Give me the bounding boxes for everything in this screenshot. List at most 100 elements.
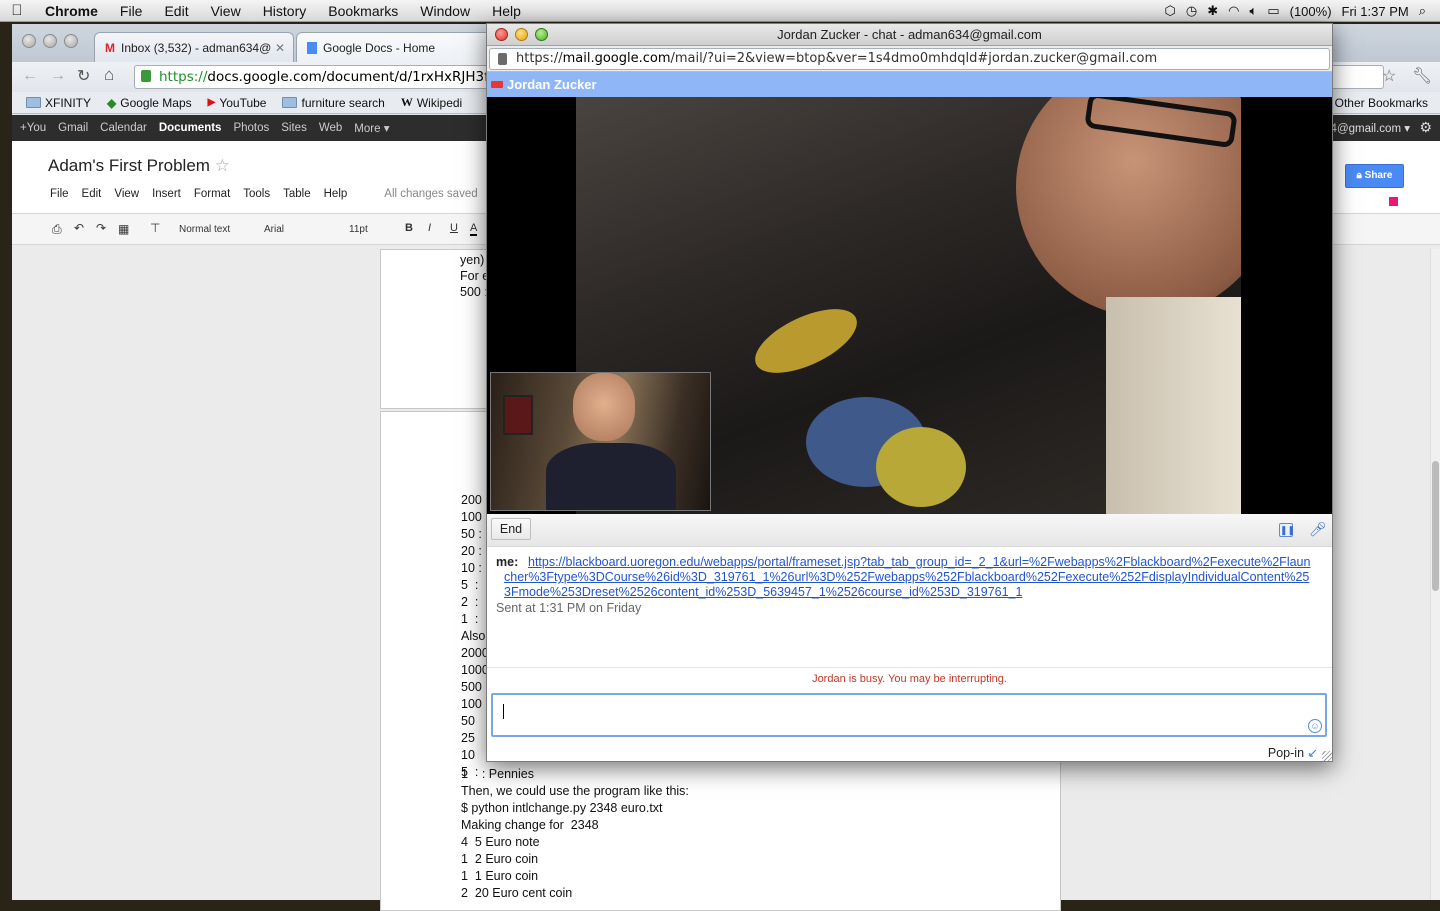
collaborator-color-marker <box>1389 197 1398 206</box>
call-controls: End ❚❚ 🎤︎ <box>487 514 1332 547</box>
volume-icon[interactable]: 🔈︎ <box>1250 3 1258 19</box>
doc-line: 25 <box>461 731 475 745</box>
gbar-more[interactable]: More ▾ <box>354 121 389 135</box>
doc-menu-help[interactable]: Help <box>324 188 348 200</box>
self-video-preview <box>490 372 711 511</box>
doc-menu-view[interactable]: View <box>114 188 139 200</box>
underline-icon[interactable]: U <box>450 222 458 234</box>
url-text: docs.google.com/document/d/1rxHxRJH3f <box>207 69 489 85</box>
bookmark-star-icon[interactable]: ☆ <box>1382 66 1396 86</box>
gbar-gmail[interactable]: Gmail <box>58 122 88 134</box>
doc-line: 1 : <box>461 612 479 626</box>
menu-file[interactable]: File <box>109 3 154 19</box>
bluetooth-icon[interactable]: ✱ <box>1207 3 1218 19</box>
battery-icon[interactable]: ▭ <box>1267 3 1279 19</box>
text-color-icon[interactable]: A <box>470 222 478 236</box>
tab-gmail-inbox[interactable]: M Inbox (3,532) - adman634@ ✕ <box>94 32 294 62</box>
chat-header: Jordan Zucker <box>487 72 1332 97</box>
bookmark-xfinity[interactable]: XFINITY <box>18 96 99 110</box>
forward-icon[interactable]: → <box>50 67 66 85</box>
lock-icon <box>141 70 151 82</box>
settings-gear-icon[interactable]: ⚙ <box>1419 119 1432 136</box>
zoom-window-button[interactable] <box>535 28 548 41</box>
menu-help[interactable]: Help <box>481 3 532 19</box>
pop-in-link[interactable]: Pop-in ↙ <box>1268 745 1318 760</box>
doc-line: 100 <box>461 697 482 711</box>
tab-google-docs[interactable]: Google Docs - Home <box>296 32 496 62</box>
shirt-graphic <box>876 427 966 507</box>
home-icon[interactable]: ⌂ <box>104 65 114 85</box>
google-docs-icon <box>307 41 317 54</box>
clock[interactable]: Fri 1:37 PM <box>1342 4 1409 19</box>
time-machine-icon[interactable]: ◷ <box>1186 3 1197 19</box>
app-menu-chrome[interactable]: Chrome <box>34 3 109 19</box>
back-icon[interactable]: ← <box>22 67 38 85</box>
star-icon[interactable]: ☆ <box>215 156 230 175</box>
style-select[interactable]: Normal text <box>179 224 230 235</box>
doc-scrollbar-thumb[interactable] <box>1432 461 1439 591</box>
doc-menu-table[interactable]: Table <box>283 188 311 200</box>
print-icon[interactable]: ⎙ <box>52 222 62 237</box>
account-email[interactable]: 34@gmail.com ▾ <box>1324 121 1410 135</box>
close-window-button[interactable] <box>495 28 508 41</box>
gbar-you[interactable]: +You <box>20 122 46 134</box>
tab-label: Inbox (3,532) - adman634@ <box>121 40 272 55</box>
window-resize-handle[interactable] <box>1322 751 1332 761</box>
spotlight-search-icon[interactable]: ⌕ <box>1419 3 1426 19</box>
menu-history[interactable]: History <box>252 3 318 19</box>
end-call-button[interactable]: End <box>491 518 531 540</box>
bookmark-furniture-search[interactable]: furniture search <box>274 96 392 110</box>
doc-menu-format[interactable]: Format <box>194 188 230 200</box>
wrench-icon[interactable]: 🔧︎ <box>1412 66 1432 86</box>
menu-edit[interactable]: Edit <box>153 3 199 19</box>
size-select[interactable]: 11pt <box>349 224 368 235</box>
dropbox-icon[interactable]: ⬡ <box>1165 3 1176 19</box>
page1-text-3: 500 : <box>460 285 488 299</box>
menu-view[interactable]: View <box>200 3 252 19</box>
spellcheck-icon[interactable]: ▦ <box>118 222 129 236</box>
italic-icon[interactable]: I <box>428 222 431 234</box>
gbar-sites[interactable]: Sites <box>281 122 307 134</box>
gbar-photos[interactable]: Photos <box>233 122 269 134</box>
redo-icon[interactable]: ↷ <box>96 221 106 235</box>
gbar-calendar[interactable]: Calendar <box>100 122 147 134</box>
reload-icon[interactable]: ↻ <box>77 66 90 86</box>
bookmark-wikipedia[interactable]: W Wikipedi <box>393 95 470 110</box>
folder-icon <box>26 97 41 108</box>
save-status: All changes saved <box>384 188 478 200</box>
bookmark-google-maps[interactable]: ◆ Google Maps <box>99 96 200 110</box>
microphone-icon[interactable]: 🎤︎ <box>1309 521 1327 538</box>
message-link[interactable]: https://blackboard.uoregon.edu/webapps/p… <box>504 555 1314 600</box>
font-select[interactable]: Arial <box>264 224 284 235</box>
gbar-documents[interactable]: Documents <box>159 122 222 134</box>
close-window-button[interactable] <box>22 34 36 48</box>
apple-menu-icon[interactable]:  <box>0 2 34 19</box>
tab-label: Google Docs - Home <box>323 40 436 55</box>
menu-bookmarks[interactable]: Bookmarks <box>317 3 409 19</box>
doc-title[interactable]: Adam's First Problem ☆ <box>48 156 230 176</box>
pause-video-icon[interactable]: ❚❚ <box>1279 523 1295 537</box>
gbar-web[interactable]: Web <box>319 122 342 134</box>
doc-menu-edit[interactable]: Edit <box>82 188 102 200</box>
doc-menu-file[interactable]: File <box>50 188 69 200</box>
bookmark-youtube[interactable]: ▶ YouTube <box>200 96 275 110</box>
bold-icon[interactable]: B <box>405 222 413 234</box>
chat-message-input[interactable]: ☺ <box>491 693 1327 737</box>
zoom-window-button[interactable] <box>64 34 78 48</box>
undo-icon[interactable]: ↶ <box>74 221 84 235</box>
doc-menu-insert[interactable]: Insert <box>152 188 181 200</box>
doc-page-1[interactable]: yen) For e 500 : <box>380 249 492 409</box>
doc-menu-tools[interactable]: Tools <box>243 188 270 200</box>
minimize-window-button[interactable] <box>43 34 57 48</box>
chat-address-field[interactable]: https://mail.google.com/mail/?ui=2&view=… <box>489 48 1330 70</box>
google-maps-icon: ◆ <box>107 95 117 110</box>
share-button[interactable]: 🔒︎ Share <box>1345 164 1404 188</box>
minimize-window-button[interactable] <box>515 28 528 41</box>
menu-window[interactable]: Window <box>409 3 481 19</box>
emoticon-icon[interactable]: ☺ <box>1308 719 1322 733</box>
paint-format-icon[interactable]: ⊤ <box>150 221 160 235</box>
chat-url-domain: mail.google.com <box>562 51 671 66</box>
wifi-icon[interactable]: ◠ <box>1228 3 1239 19</box>
close-tab-icon[interactable]: ✕ <box>275 41 285 55</box>
chat-message-log: me: https://blackboard.uoregon.edu/webap… <box>487 547 1332 667</box>
